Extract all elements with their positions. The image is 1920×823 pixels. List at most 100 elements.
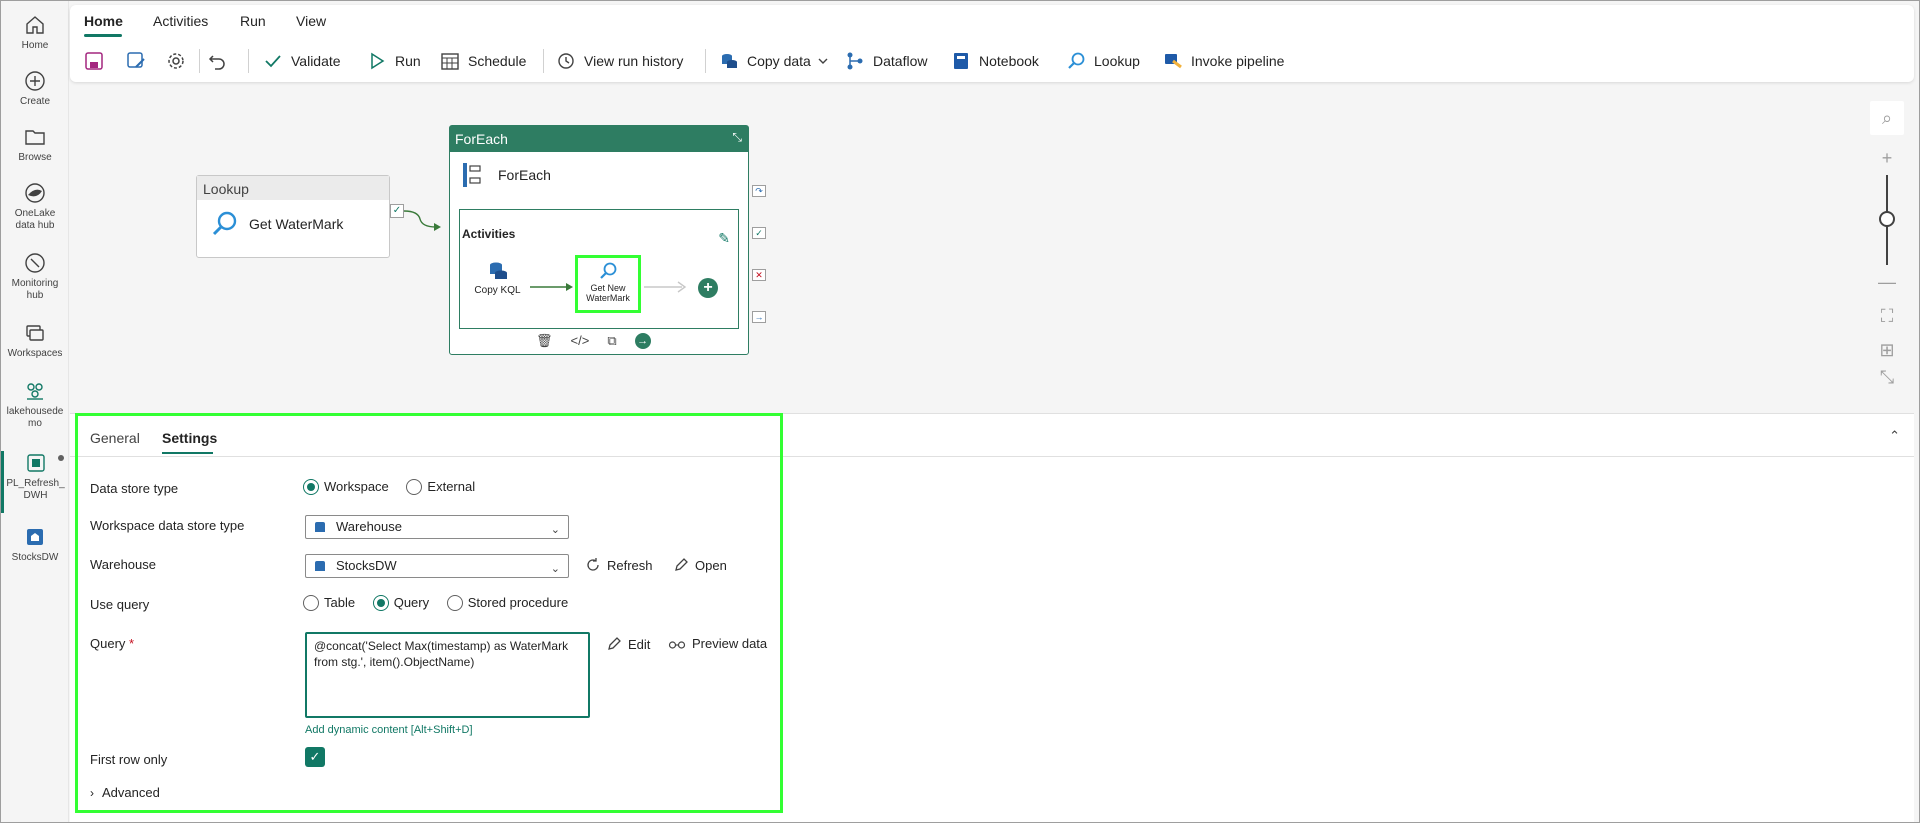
rail-item-onelake[interactable]: OneLake data hub	[1, 181, 69, 232]
radio-workspace[interactable]: Workspace	[303, 478, 389, 495]
open-button[interactable]: Open	[673, 557, 727, 573]
foreach-activity-node[interactable]: ForEach ⤡ ForEach Activities ✎ Copy KQL …	[449, 125, 749, 355]
search-icon[interactable]: ⌕	[1870, 101, 1904, 135]
tab-general[interactable]: General	[90, 430, 140, 446]
inner-activity-get-new-watermark[interactable]: Get New WaterMark	[575, 255, 641, 313]
pencil-icon	[608, 637, 621, 650]
fail-port-icon[interactable]: ✕	[752, 269, 766, 281]
radio-external[interactable]: External	[406, 478, 475, 495]
save-as-button[interactable]	[126, 47, 154, 75]
invoke-pipeline-button[interactable]: Invoke pipeline	[1163, 47, 1284, 75]
copy-data-label: Copy data	[747, 53, 811, 69]
preview-data-button[interactable]: Preview data	[668, 636, 767, 651]
completion-port-icon[interactable]: →	[752, 311, 766, 323]
settings-button[interactable]	[166, 47, 194, 75]
refresh-button[interactable]: Refresh	[585, 557, 653, 573]
connector-arrow	[530, 283, 573, 291]
success-port-icon[interactable]: ✓	[390, 204, 404, 218]
dataflow-button[interactable]: Dataflow	[845, 47, 927, 75]
rail-label: lakehousedemo	[6, 406, 64, 429]
zoom-out-icon[interactable]: —	[1870, 265, 1904, 299]
rail-item-create[interactable]: Create	[1, 69, 69, 108]
copy-data-icon	[489, 262, 507, 279]
rail-label: StocksDW	[11, 552, 59, 563]
pencil-icon	[675, 558, 688, 571]
tab-run[interactable]: Run	[240, 13, 266, 29]
folder-icon	[25, 130, 45, 145]
calendar-icon	[441, 53, 459, 70]
tab-settings[interactable]: Settings	[162, 430, 217, 446]
add-dynamic-content-link[interactable]: Add dynamic content [Alt+Shift+D]	[305, 724, 473, 736]
rail-item-browse[interactable]: Browse	[1, 125, 69, 164]
notebook-icon	[954, 53, 968, 69]
lookup-icon	[212, 211, 237, 236]
tab-view[interactable]: View	[296, 13, 326, 29]
undo-button[interactable]	[207, 47, 235, 75]
code-icon[interactable]: </>	[571, 333, 590, 349]
activities-container[interactable]: Activities ✎ Copy KQL Get New WaterMark …	[459, 209, 739, 329]
zoom-in-icon[interactable]: +	[1870, 141, 1904, 175]
onelake-icon	[25, 183, 45, 203]
invoke-pipeline-icon	[1165, 54, 1182, 69]
delete-icon[interactable]: 🗑	[536, 333, 553, 349]
radio-table[interactable]: Table	[303, 594, 355, 611]
dropdown-value: StocksDW	[336, 558, 397, 573]
ribbon: Home Activities Run View Validate Run Sc	[70, 5, 1914, 82]
notebook-button[interactable]: Notebook	[951, 47, 1039, 75]
chevron-down-icon: ⌄	[550, 563, 560, 575]
radio-query[interactable]: Query	[372, 594, 430, 611]
copy-data-icon	[722, 54, 737, 68]
arrow-right-icon[interactable]: →	[634, 333, 651, 349]
success-port-icon[interactable]: ✓	[752, 227, 766, 239]
collapse-panel-icon[interactable]: ⌃	[1889, 428, 1900, 444]
collapse-icon[interactable]: ⤡	[732, 130, 742, 145]
use-query-radio-group: Table Query Stored procedure	[303, 594, 582, 612]
tab-home[interactable]: Home	[84, 13, 123, 29]
workspace-data-store-type-label: Workspace data store type	[90, 518, 245, 533]
copy-data-button[interactable]: Copy data	[719, 47, 829, 75]
inner-activity-label: Get New WaterMark	[586, 283, 630, 303]
warehouse-dropdown[interactable]: StocksDW ⌄	[305, 554, 569, 578]
warehouse-icon	[27, 529, 43, 545]
auto-align-icon[interactable]: ⊞	[1870, 333, 1904, 367]
view-run-history-button[interactable]: View run history	[556, 47, 683, 75]
query-label-text: Query	[90, 636, 126, 651]
edit-query-button[interactable]: Edit	[606, 636, 650, 652]
save-button[interactable]	[84, 47, 112, 75]
collapse-canvas-icon[interactable]: ⤡	[1870, 367, 1904, 387]
tab-activities[interactable]: Activities	[153, 13, 208, 29]
validate-button[interactable]: Validate	[263, 47, 341, 75]
zoom-thumb[interactable]	[1879, 211, 1895, 227]
query-textarea[interactable]: @concat('Select Max(timestamp) as WaterM…	[305, 632, 590, 718]
query-label: Query *	[90, 636, 134, 651]
lookup-button[interactable]: Lookup	[1066, 47, 1140, 75]
radio-label: Query	[393, 595, 430, 610]
rail-item-monitoring[interactable]: Monitoring hub	[1, 251, 69, 302]
schedule-button[interactable]: Schedule	[440, 47, 526, 75]
open-label: Open	[695, 557, 727, 573]
advanced-expander[interactable]: › Advanced	[90, 785, 160, 800]
skip-port-icon[interactable]: ↷	[752, 185, 766, 197]
refresh-label: Refresh	[607, 557, 653, 573]
lookup-activity-node[interactable]: Lookup Get WaterMark	[196, 175, 390, 258]
first-row-only-checkbox[interactable]: ✓	[305, 747, 325, 767]
foreach-header-label: ForEach	[455, 131, 508, 147]
home-icon	[26, 16, 44, 34]
rail-item-lakehousedemo[interactable]: lakehousedemo	[1, 379, 69, 430]
add-activity-icon[interactable]: +	[698, 278, 718, 298]
copy-icon[interactable]: ⧉	[607, 333, 616, 349]
zoom-slider[interactable]	[1870, 175, 1904, 265]
fit-to-screen-icon[interactable]: ⛶	[1870, 299, 1904, 333]
rail-item-stocksdw[interactable]: StocksDW	[1, 525, 69, 564]
pencil-icon[interactable]: ✎	[718, 230, 730, 247]
rail-item-workspaces[interactable]: Workspaces	[1, 321, 69, 360]
inner-activity-copy-kql[interactable]: Copy KQL	[470, 260, 525, 296]
run-button[interactable]: Run	[367, 47, 421, 75]
radio-stored-procedure[interactable]: Stored procedure	[446, 594, 568, 611]
node-actions: 🗑 </> ⧉ →	[536, 333, 651, 349]
divider	[70, 456, 1914, 457]
pipeline-canvas[interactable]: Lookup Get WaterMark ✓ ForEach ⤡ ForEach…	[70, 87, 1914, 416]
workspace-data-store-type-dropdown[interactable]: Warehouse ⌄	[305, 515, 569, 539]
warehouse-icon	[315, 522, 325, 532]
rail-item-home[interactable]: Home	[1, 13, 69, 52]
